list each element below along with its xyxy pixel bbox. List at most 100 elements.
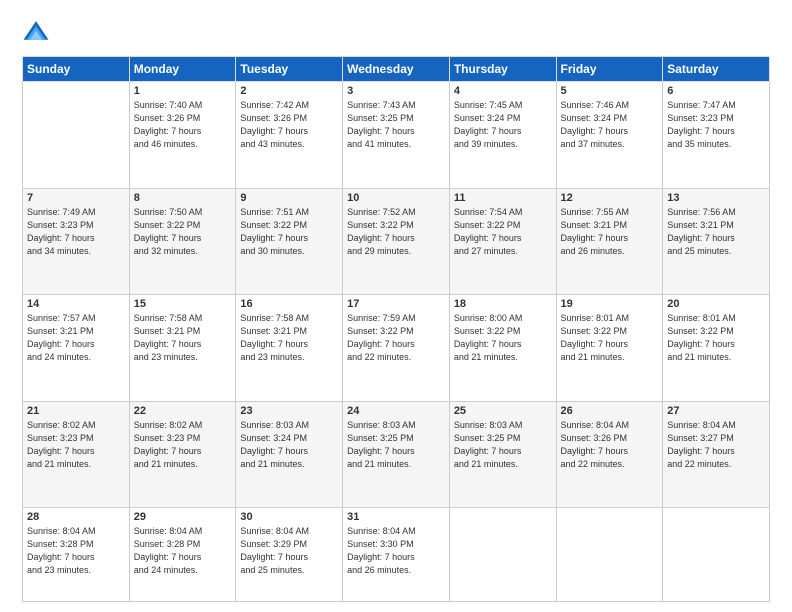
- day-number: 12: [561, 192, 659, 204]
- cell-info: Sunrise: 8:01 AMSunset: 3:22 PMDaylight:…: [667, 312, 765, 364]
- calendar-cell: 8 Sunrise: 7:50 AMSunset: 3:22 PMDaylight…: [129, 188, 236, 295]
- cell-info: Sunrise: 8:02 AMSunset: 3:23 PMDaylight:…: [27, 419, 125, 471]
- cell-info: Sunrise: 7:56 AMSunset: 3:21 PMDaylight:…: [667, 206, 765, 258]
- day-number: 14: [27, 298, 125, 310]
- calendar-cell: 22Sunrise: 8:02 AMSunset: 3:23 PMDayligh…: [129, 401, 236, 508]
- day-number: 13: [667, 192, 765, 204]
- day-number: 31: [347, 511, 445, 523]
- calendar-week-row: 21 Sunrise: 8:02 AMSunset: 3:23 PMDayligh…: [23, 401, 770, 508]
- cell-info: Sunrise: 7:49 AMSunset: 3:23 PMDaylight:…: [27, 206, 125, 258]
- calendar-cell: 19Sunrise: 8:01 AMSunset: 3:22 PMDayligh…: [556, 295, 663, 402]
- cell-info: Sunrise: 7:47 AMSunset: 3:23 PMDaylight:…: [667, 99, 765, 151]
- cell-info: Sunrise: 7:58 AMSunset: 3:21 PMDaylight:…: [240, 312, 338, 364]
- calendar-cell: 3 Sunrise: 7:43 AMSunset: 3:25 PMDaylight…: [343, 82, 450, 189]
- day-number: 16: [240, 298, 338, 310]
- day-number: 7: [27, 192, 125, 204]
- cell-info: Sunrise: 8:02 AMSunset: 3:23 PMDaylight:…: [134, 419, 232, 471]
- calendar-cell: 14 Sunrise: 7:57 AMSunset: 3:21 PMDayligh…: [23, 295, 130, 402]
- cell-info: Sunrise: 7:55 AMSunset: 3:21 PMDaylight:…: [561, 206, 659, 258]
- calendar-cell: 6 Sunrise: 7:47 AMSunset: 3:23 PMDaylight…: [663, 82, 770, 189]
- day-number: 23: [240, 405, 338, 417]
- day-number: 3: [347, 85, 445, 97]
- day-number: 10: [347, 192, 445, 204]
- calendar-cell: 29 Sunrise: 8:04 AMSunset: 3:28 PMDayligh…: [129, 508, 236, 602]
- cell-info: Sunrise: 7:50 AMSunset: 3:22 PMDaylight:…: [134, 206, 232, 258]
- cell-info: Sunrise: 8:04 AMSunset: 3:27 PMDaylight:…: [667, 419, 765, 471]
- day-number: 15: [134, 298, 232, 310]
- day-number: 11: [454, 192, 552, 204]
- weekday-header: Wednesday: [343, 57, 450, 82]
- calendar-table: SundayMondayTuesdayWednesdayThursdayFrid…: [22, 56, 770, 602]
- calendar-cell: 12 Sunrise: 7:55 AMSunset: 3:21 PMDayligh…: [556, 188, 663, 295]
- calendar-cell: [449, 508, 556, 602]
- day-number: 2: [240, 85, 338, 97]
- logo-icon: [22, 18, 50, 46]
- calendar-cell: [663, 508, 770, 602]
- day-number: 27: [667, 405, 765, 417]
- day-number: 30: [240, 511, 338, 523]
- calendar-cell: 23 Sunrise: 8:03 AMSunset: 3:24 PMDayligh…: [236, 401, 343, 508]
- calendar-cell: 7 Sunrise: 7:49 AMSunset: 3:23 PMDaylight…: [23, 188, 130, 295]
- cell-info: Sunrise: 7:58 AMSunset: 3:21 PMDaylight:…: [134, 312, 232, 364]
- cell-info: Sunrise: 7:40 AMSunset: 3:26 PMDaylight:…: [134, 99, 232, 151]
- day-number: 28: [27, 511, 125, 523]
- calendar-week-row: 1Sunrise: 7:40 AMSunset: 3:26 PMDaylight…: [23, 82, 770, 189]
- cell-info: Sunrise: 8:03 AMSunset: 3:24 PMDaylight:…: [240, 419, 338, 471]
- calendar-cell: 10Sunrise: 7:52 AMSunset: 3:22 PMDayligh…: [343, 188, 450, 295]
- weekday-header: Monday: [129, 57, 236, 82]
- cell-info: Sunrise: 7:51 AMSunset: 3:22 PMDaylight:…: [240, 206, 338, 258]
- header: [22, 18, 770, 46]
- calendar-cell: 26 Sunrise: 8:04 AMSunset: 3:26 PMDayligh…: [556, 401, 663, 508]
- cell-info: Sunrise: 8:00 AMSunset: 3:22 PMDaylight:…: [454, 312, 552, 364]
- day-number: 8: [134, 192, 232, 204]
- calendar-cell: 30 Sunrise: 8:04 AMSunset: 3:29 PMDayligh…: [236, 508, 343, 602]
- cell-info: Sunrise: 7:46 AMSunset: 3:24 PMDaylight:…: [561, 99, 659, 151]
- calendar-cell: 11Sunrise: 7:54 AMSunset: 3:22 PMDayligh…: [449, 188, 556, 295]
- day-number: 29: [134, 511, 232, 523]
- page: SundayMondayTuesdayWednesdayThursdayFrid…: [0, 0, 792, 612]
- calendar-cell: 21 Sunrise: 8:02 AMSunset: 3:23 PMDayligh…: [23, 401, 130, 508]
- day-number: 19: [561, 298, 659, 310]
- calendar-cell: 31 Sunrise: 8:04 AMSunset: 3:30 PMDayligh…: [343, 508, 450, 602]
- calendar-cell: 16 Sunrise: 7:58 AMSunset: 3:21 PMDayligh…: [236, 295, 343, 402]
- cell-info: Sunrise: 7:42 AMSunset: 3:26 PMDaylight:…: [240, 99, 338, 151]
- calendar-cell: 9 Sunrise: 7:51 AMSunset: 3:22 PMDaylight…: [236, 188, 343, 295]
- day-number: 6: [667, 85, 765, 97]
- day-number: 5: [561, 85, 659, 97]
- cell-info: Sunrise: 7:43 AMSunset: 3:25 PMDaylight:…: [347, 99, 445, 151]
- day-number: 21: [27, 405, 125, 417]
- calendar-cell: 18Sunrise: 8:00 AMSunset: 3:22 PMDayligh…: [449, 295, 556, 402]
- day-number: 26: [561, 405, 659, 417]
- calendar-cell: [556, 508, 663, 602]
- cell-info: Sunrise: 8:04 AMSunset: 3:26 PMDaylight:…: [561, 419, 659, 471]
- day-number: 20: [667, 298, 765, 310]
- calendar-cell: 13 Sunrise: 7:56 AMSunset: 3:21 PMDayligh…: [663, 188, 770, 295]
- cell-info: Sunrise: 8:04 AMSunset: 3:29 PMDaylight:…: [240, 525, 338, 577]
- calendar-header-row: SundayMondayTuesdayWednesdayThursdayFrid…: [23, 57, 770, 82]
- day-number: 9: [240, 192, 338, 204]
- cell-info: Sunrise: 8:03 AMSunset: 3:25 PMDaylight:…: [454, 419, 552, 471]
- cell-info: Sunrise: 8:04 AMSunset: 3:28 PMDaylight:…: [134, 525, 232, 577]
- calendar-week-row: 28 Sunrise: 8:04 AMSunset: 3:28 PMDayligh…: [23, 508, 770, 602]
- weekday-header: Tuesday: [236, 57, 343, 82]
- day-number: 4: [454, 85, 552, 97]
- cell-info: Sunrise: 7:57 AMSunset: 3:21 PMDaylight:…: [27, 312, 125, 364]
- calendar-cell: [23, 82, 130, 189]
- calendar-cell: 27 Sunrise: 8:04 AMSunset: 3:27 PMDayligh…: [663, 401, 770, 508]
- calendar-week-row: 14 Sunrise: 7:57 AMSunset: 3:21 PMDayligh…: [23, 295, 770, 402]
- cell-info: Sunrise: 7:45 AMSunset: 3:24 PMDaylight:…: [454, 99, 552, 151]
- cell-info: Sunrise: 8:03 AMSunset: 3:25 PMDaylight:…: [347, 419, 445, 471]
- calendar-cell: 17 Sunrise: 7:59 AMSunset: 3:22 PMDayligh…: [343, 295, 450, 402]
- weekday-header: Saturday: [663, 57, 770, 82]
- calendar-cell: 4 Sunrise: 7:45 AMSunset: 3:24 PMDaylight…: [449, 82, 556, 189]
- day-number: 24: [347, 405, 445, 417]
- calendar-week-row: 7 Sunrise: 7:49 AMSunset: 3:23 PMDaylight…: [23, 188, 770, 295]
- day-number: 17: [347, 298, 445, 310]
- cell-info: Sunrise: 8:04 AMSunset: 3:30 PMDaylight:…: [347, 525, 445, 577]
- logo: [22, 18, 54, 46]
- weekday-header: Thursday: [449, 57, 556, 82]
- calendar-cell: 2 Sunrise: 7:42 AMSunset: 3:26 PMDaylight…: [236, 82, 343, 189]
- calendar-cell: 1Sunrise: 7:40 AMSunset: 3:26 PMDaylight…: [129, 82, 236, 189]
- cell-info: Sunrise: 7:59 AMSunset: 3:22 PMDaylight:…: [347, 312, 445, 364]
- day-number: 25: [454, 405, 552, 417]
